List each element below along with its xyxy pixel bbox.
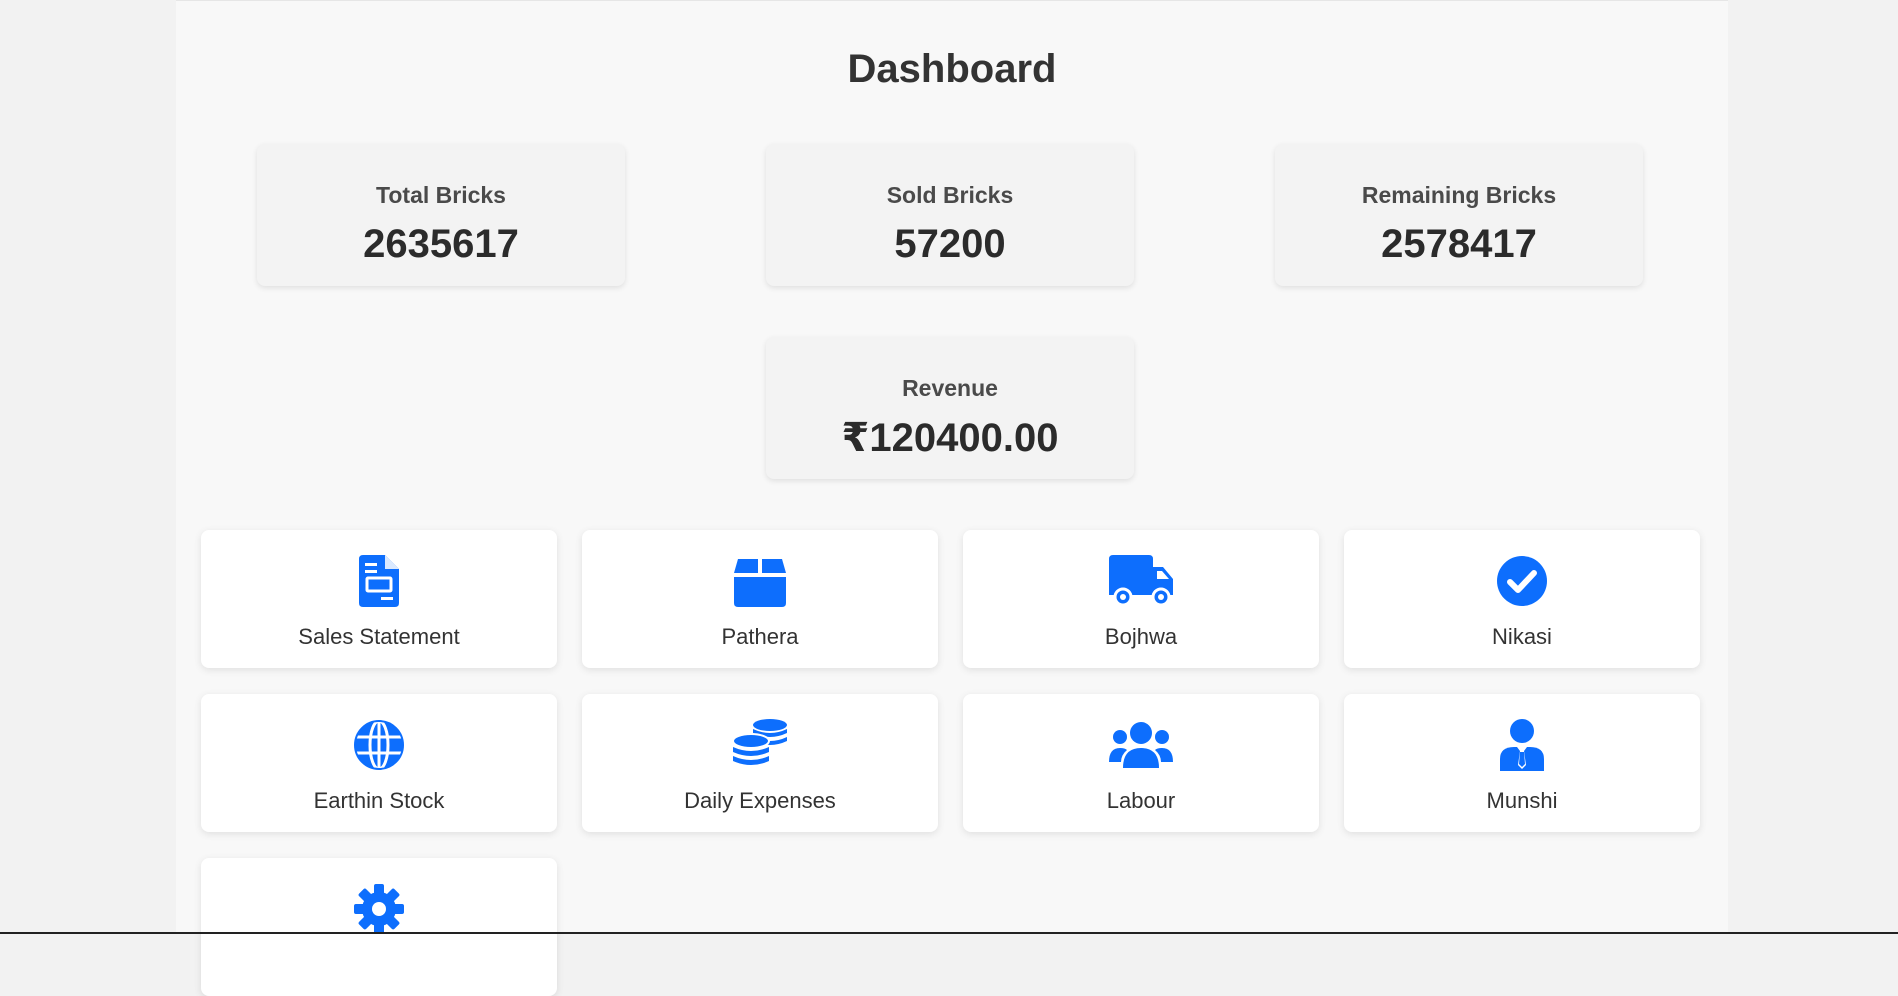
tile-munshi[interactable]: Munshi (1344, 694, 1700, 832)
tile-daily-expenses[interactable]: Daily Expenses (582, 694, 938, 832)
coins-icon (582, 718, 938, 772)
tile-label: Sales Statement (298, 624, 460, 649)
stat-label: Sold Bricks (886, 182, 1014, 208)
tile-labour[interactable]: Labour (963, 694, 1319, 832)
tile-label: Earthin Stock (313, 788, 445, 813)
stat-card-sold-bricks: Sold Bricks 57200 (766, 144, 1134, 286)
box-icon (582, 554, 938, 608)
page-title: Dashboard (847, 47, 1057, 91)
stat-card-revenue: Revenue ₹120400.00 (766, 337, 1134, 479)
user-tie-icon (1344, 718, 1700, 772)
dashboard-page: Dashboard Total Bricks 2635617 Sold Bric… (176, 0, 1728, 996)
globe-icon (201, 718, 557, 772)
tile-label: Labour (1106, 788, 1176, 813)
tile-sales-statement[interactable]: Sales Statement (201, 530, 557, 668)
tile-pathera[interactable]: Pathera (582, 530, 938, 668)
tile-label: Munshi (1486, 788, 1558, 813)
stat-value: 57200 (894, 222, 1006, 266)
tile-label: Daily Expenses (684, 788, 836, 813)
stat-value: 2578417 (1381, 222, 1537, 266)
tile-bojhwa[interactable]: Bojhwa (963, 530, 1319, 668)
tile-label: Bojhwa (1104, 624, 1178, 649)
stat-label: Total Bricks (376, 182, 506, 208)
stat-value: ₹120400.00 (841, 416, 1059, 460)
stat-card-remaining-bricks: Remaining Bricks 2578417 (1275, 144, 1643, 286)
tile-label: Pathera (721, 624, 799, 649)
stat-label: Revenue (902, 375, 998, 401)
gear-icon (201, 882, 557, 936)
tile-earthin-stock[interactable]: Earthin Stock (201, 694, 557, 832)
stat-value: 2635617 (363, 222, 519, 266)
stat-card-total-bricks: Total Bricks 2635617 (257, 144, 625, 286)
tile-nikasi[interactable]: Nikasi (1344, 530, 1700, 668)
truck-icon (963, 554, 1319, 608)
tile-settings[interactable] (201, 858, 557, 996)
file-invoice-icon (201, 554, 557, 608)
tile-label: Nikasi (1492, 624, 1552, 649)
stat-label: Remaining Bricks (1361, 182, 1557, 208)
users-icon (963, 718, 1319, 772)
check-circle-icon (1344, 554, 1700, 608)
